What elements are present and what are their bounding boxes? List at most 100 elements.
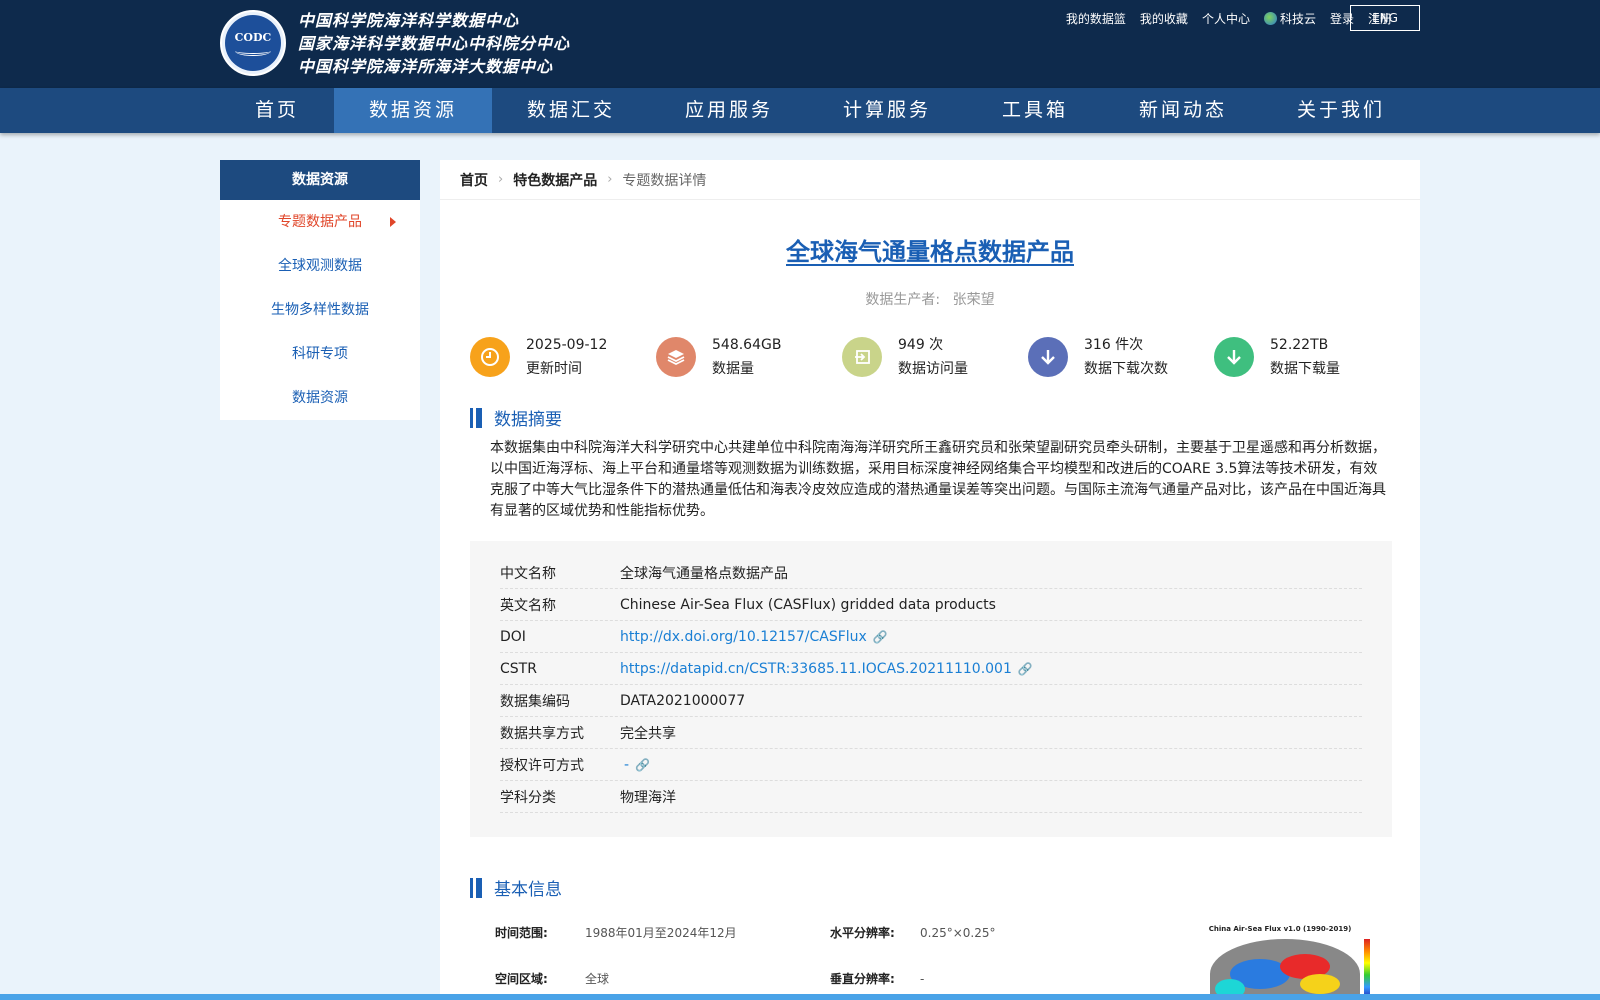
site-names: 中国科学院海洋科学数据中心 国家海洋科学数据中心中科院分中心 中国科学院海洋所海… <box>298 9 570 78</box>
link-cstcloud-label: 科技云 <box>1279 11 1316 26</box>
info-value: DATA2021000077 <box>620 692 746 709</box>
info-key: 学科分类 <box>500 789 556 806</box>
info-key: 中文名称 <box>500 565 556 582</box>
info-key: 数据共享方式 <box>500 725 584 742</box>
nav-app-services[interactable]: 应用服务 <box>650 88 808 133</box>
nav-home[interactable]: 首页 <box>220 88 334 133</box>
sidebar-item-global-obs[interactable]: 全球观测数据 <box>220 244 420 288</box>
stat-visits: 949 次数据访问量 <box>842 335 1028 379</box>
doi-link[interactable]: http://dx.doi.org/10.12157/CASFlux <box>620 629 867 645</box>
stat-label: 数据下载次数 <box>1084 361 1168 377</box>
stat-label: 数据下载量 <box>1270 361 1340 377</box>
basic-key: 水平分辨率: <box>830 926 895 940</box>
stat-update-time: 2025-09-12 更新时间 <box>470 335 656 379</box>
chevron-right-icon: › <box>498 172 504 187</box>
breadcrumb: 首页 › 特色数据产品 › 专题数据详情 <box>440 160 1420 200</box>
producer-label: 数据生产者: <box>865 292 941 308</box>
stat-value: 316 件次 <box>1084 337 1144 353</box>
stat-label: 更新时间 <box>526 361 582 377</box>
basic-key: 时间范围: <box>495 926 548 940</box>
basic-value: - <box>920 972 925 986</box>
link-icon[interactable]: 🔗 <box>873 630 888 644</box>
table-row: 数据共享方式 完全共享 <box>500 717 1362 749</box>
basic-key: 垂直分辨率: <box>830 972 895 986</box>
logo-text: CODC <box>234 30 272 44</box>
producer-name: 张荣望 <box>952 292 995 308</box>
nav-toolbox[interactable]: 工具箱 <box>966 88 1104 133</box>
link-favorites[interactable]: 我的收藏 <box>1140 10 1188 27</box>
table-row: 英文名称 Chinese Air-Sea Flux (CASFlux) grid… <box>500 589 1362 621</box>
horizontal-scrollbar[interactable] <box>0 994 1600 1000</box>
table-row: 中文名称 全球海气通量格点数据产品 <box>500 557 1362 589</box>
table-row: 数据集编码 DATA2021000077 <box>500 685 1362 717</box>
logo-waves-icon <box>235 46 271 56</box>
section-bar-icon <box>470 877 482 898</box>
top-links: 我的数据篮 我的收藏 个人中心 科技云 登录 注册 <box>1066 9 1392 27</box>
dataset-map-thumbnail[interactable]: China Air-Sea Flux v1.0 (1990-2019) <box>1180 925 1380 1000</box>
language-button[interactable]: ENG <box>1350 5 1420 31</box>
link-cstcloud[interactable]: 科技云 <box>1263 10 1316 27</box>
section-title-text: 基本信息 <box>494 880 562 900</box>
enter-icon <box>842 337 882 377</box>
link-icon[interactable]: 🔗 <box>635 758 650 772</box>
sidebar-item-research-projects[interactable]: 科研专项 <box>220 332 420 376</box>
info-key: DOI <box>500 628 526 645</box>
info-key: 英文名称 <box>500 597 556 614</box>
info-value: Chinese Air-Sea Flux (CASFlux) gridded d… <box>620 596 996 613</box>
link-data-basket[interactable]: 我的数据篮 <box>1066 10 1126 27</box>
link-icon[interactable]: 🔗 <box>1018 662 1033 676</box>
info-value: 物理海洋 <box>620 789 676 806</box>
license-link-wrap: - 🔗 <box>620 757 650 773</box>
stat-label: 数据量 <box>712 361 754 377</box>
crumb-featured[interactable]: 特色数据产品 <box>513 170 597 190</box>
nav-data-resources[interactable]: 数据资源 <box>334 88 492 133</box>
stat-data-volume: 548.64GB 数据量 <box>656 335 842 379</box>
table-row: DOI http://dx.doi.org/10.12157/CASFlux 🔗 <box>500 621 1362 653</box>
license-link[interactable]: - <box>624 757 629 773</box>
table-row: 学科分类 物理海洋 <box>500 781 1362 813</box>
nav-about[interactable]: 关于我们 <box>1262 88 1420 133</box>
main-nav: 首页 数据资源 数据汇交 应用服务 计算服务 工具箱 新闻动态 关于我们 <box>0 88 1600 133</box>
codc-logo[interactable]: CODC <box>220 10 286 76</box>
basic-value: 1988年01月至2024年12月 <box>585 926 737 940</box>
info-key: 数据集编码 <box>500 693 570 710</box>
sidebar: 数据资源 专题数据产品 全球观测数据 生物多样性数据 科研专项 数据资源 <box>220 160 420 420</box>
cstr-link-wrap: https://datapid.cn/CSTR:33685.11.IOCAS.2… <box>620 661 1033 677</box>
info-table: 中文名称 全球海气通量格点数据产品 英文名称 Chinese Air-Sea F… <box>470 541 1392 837</box>
section-bar-icon <box>470 407 482 428</box>
crumb-home[interactable]: 首页 <box>460 170 488 190</box>
basic-region: 空间区域: 全球 <box>495 970 609 987</box>
site-name-2: 国家海洋科学数据中心中科院分中心 <box>298 34 571 53</box>
table-row: 授权许可方式 - 🔗 <box>500 749 1362 781</box>
main-content: 首页 › 特色数据产品 › 专题数据详情 全球海气通量格点数据产品 数据生产者:… <box>440 160 1420 1000</box>
info-value: 全球海气通量格点数据产品 <box>620 565 788 582</box>
chevron-right-icon: › <box>607 172 613 187</box>
sidebar-title: 数据资源 <box>220 160 420 200</box>
sidebar-item-featured-products[interactable]: 专题数据产品 <box>220 200 420 244</box>
link-personal-center[interactable]: 个人中心 <box>1202 10 1250 27</box>
stat-value: 2025-09-12 <box>526 337 608 353</box>
basic-value: 0.25°×0.25° <box>920 926 996 940</box>
basic-v-res: 垂直分辨率: - <box>830 970 924 987</box>
section-abstract-title: 数据摘要 <box>470 405 562 430</box>
nav-news[interactable]: 新闻动态 <box>1104 88 1262 133</box>
basic-time-range: 时间范围: 1988年01月至2024年12月 <box>495 924 737 941</box>
logo-inner: CODC <box>225 15 281 71</box>
nav-data-submission[interactable]: 数据汇交 <box>492 88 650 133</box>
download-arrow-icon <box>1028 337 1068 377</box>
cstr-link[interactable]: https://datapid.cn/CSTR:33685.11.IOCAS.2… <box>620 661 1012 677</box>
download-arrow-icon <box>1214 337 1254 377</box>
map-colorbar <box>1364 939 1370 999</box>
layers-icon <box>656 337 696 377</box>
globe-icon <box>1263 11 1277 25</box>
stat-value: 949 次 <box>898 337 944 353</box>
stats-bar: 2025-09-12 更新时间 548.64GB 数据量 949 次数据访问量 31… <box>470 335 1400 379</box>
section-basic-title: 基本信息 <box>470 875 562 900</box>
stat-download-count: 316 件次数据下载次数 <box>1028 335 1214 379</box>
site-name-3: 中国科学院海洋所海洋大数据中心 <box>298 57 554 76</box>
sidebar-item-biodiversity[interactable]: 生物多样性数据 <box>220 288 420 332</box>
sidebar-item-label: 专题数据产品 <box>278 214 362 230</box>
nav-compute-services[interactable]: 计算服务 <box>808 88 966 133</box>
sidebar-item-data-resources[interactable]: 数据资源 <box>220 376 420 420</box>
dataset-title[interactable]: 全球海气通量格点数据产品 <box>786 238 1074 266</box>
